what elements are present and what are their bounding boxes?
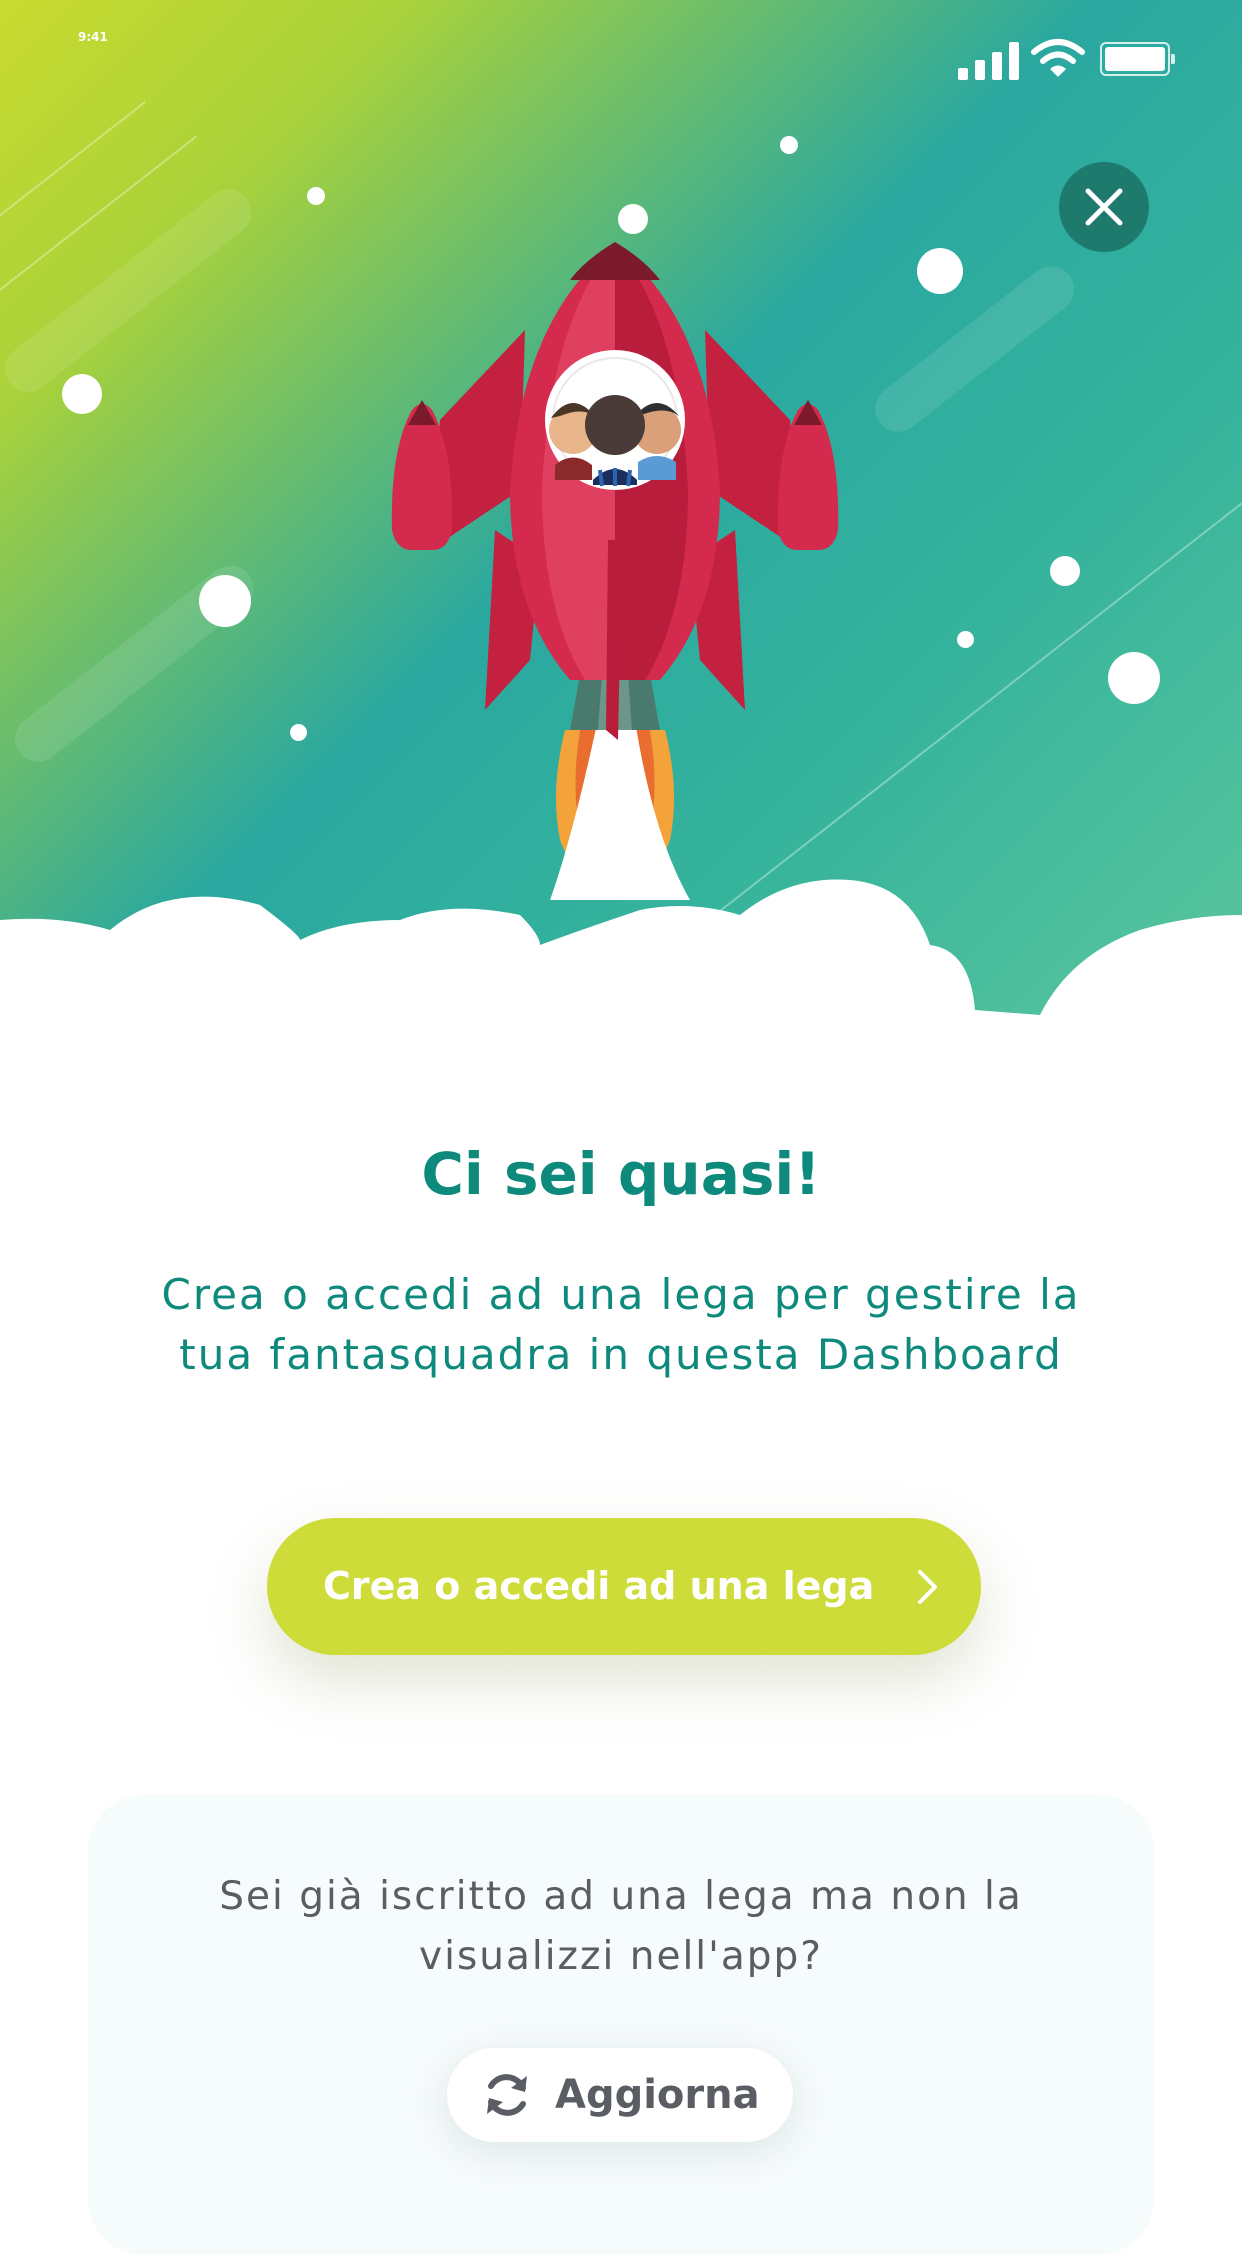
info-card	[88, 1795, 1154, 2255]
info-text-line: visualizzi nell'app?	[419, 1934, 823, 1979]
page-title: Ci sei quasi!	[421, 1140, 821, 1208]
status-time: 9:41	[78, 30, 108, 44]
chevron-right-icon	[918, 1570, 937, 1604]
page-subtitle: Crea o accedi ad una lega per gestire la…	[120, 1265, 1122, 1385]
cellular-signal-icon	[958, 40, 1020, 80]
hero-streak	[0, 100, 147, 232]
star	[307, 187, 325, 205]
rocket-illustration	[391, 242, 839, 900]
battery-icon	[1100, 42, 1175, 76]
info-text-line: Sei già iscritto ad una lega ma non la	[219, 1874, 1023, 1919]
hero-glow	[0, 180, 261, 402]
star	[1050, 556, 1080, 586]
star	[62, 374, 102, 414]
refresh-label: Aggiorna	[555, 2072, 760, 2118]
info-text: Sei già iscritto ad una lega ma non la v…	[140, 1867, 1102, 1987]
star	[917, 248, 963, 294]
create-or-join-league-button[interactable]: Crea o accedi ad una lega	[267, 1518, 981, 1655]
hero-banner: 9:41	[0, 0, 1242, 1040]
subtitle-line: Crea o accedi ad una lega per gestire la	[161, 1270, 1081, 1319]
star	[1108, 652, 1160, 704]
close-button[interactable]	[1059, 162, 1149, 252]
close-icon	[1085, 188, 1123, 226]
star	[290, 724, 307, 741]
clouds-illustration	[0, 879, 1242, 1040]
star	[957, 631, 974, 648]
subtitle-line: tua fantasquadra in questa Dashboard	[179, 1330, 1063, 1379]
star	[199, 575, 251, 627]
wifi-icon	[1031, 39, 1085, 77]
cta-label: Crea o accedi ad una lega	[323, 1564, 875, 1608]
star	[780, 136, 798, 154]
status-bar: 9:41	[0, 0, 1242, 80]
refresh-button[interactable]: Aggiorna	[447, 2048, 793, 2142]
hero-glow	[865, 257, 1084, 442]
refresh-icon	[487, 2074, 527, 2116]
player-avatars-icon	[549, 395, 681, 487]
